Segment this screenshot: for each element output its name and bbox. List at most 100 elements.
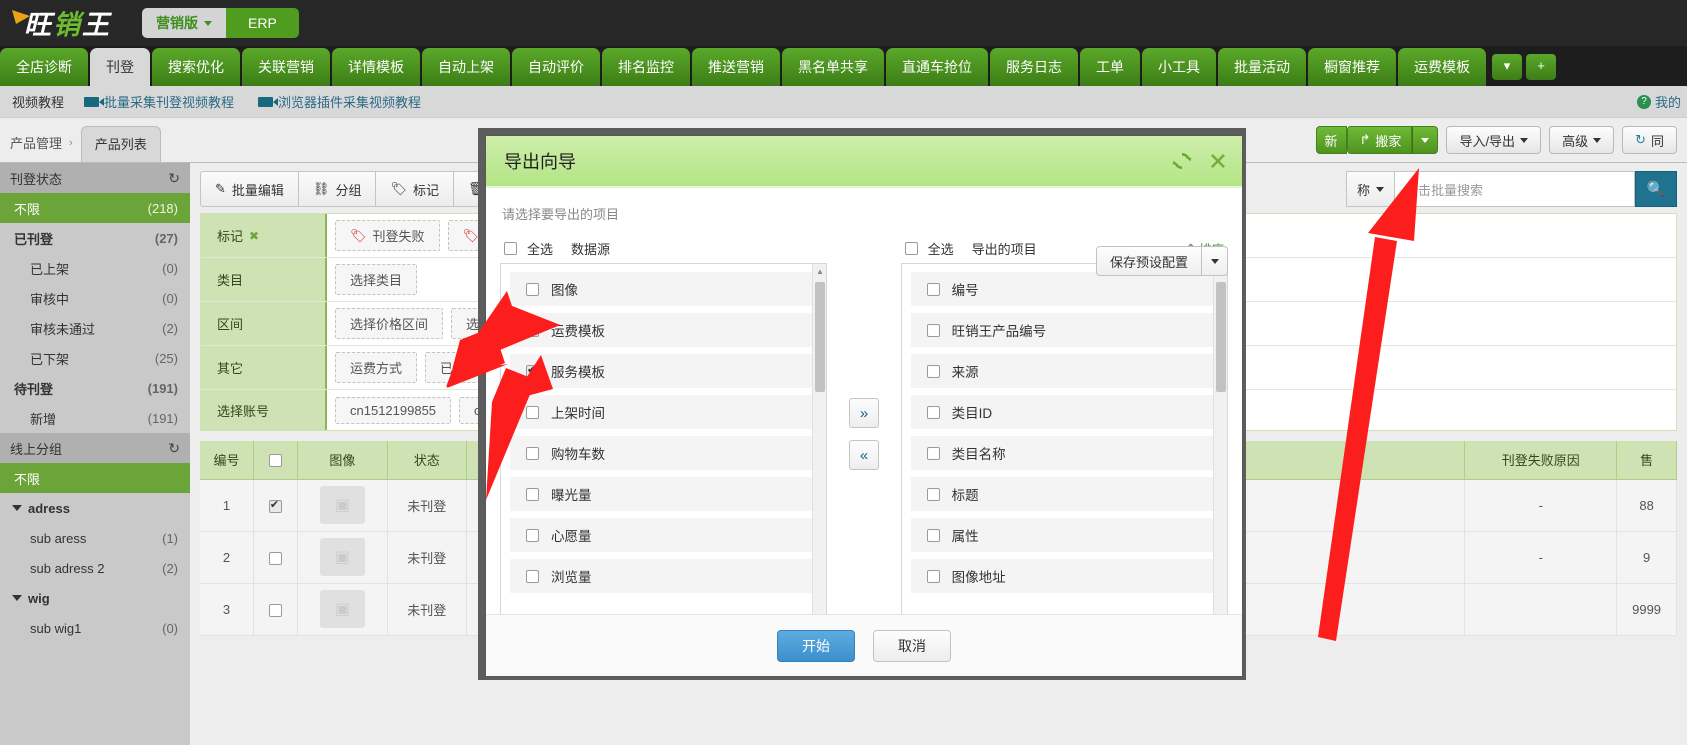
source-item-checkbox[interactable]: [526, 569, 539, 583]
sidebar-subitem-sub adress 2[interactable]: sub adress 2 (2): [0, 553, 190, 583]
target-select-all-checkbox[interactable]: [904, 241, 918, 255]
nav-tab-13[interactable]: 小工具: [1142, 48, 1216, 86]
scroll-down-icon[interactable]: ▼: [1214, 610, 1227, 615]
scrollbar-thumb[interactable]: [815, 282, 826, 392]
search-input[interactable]: 双击批量搜索: [1395, 171, 1635, 207]
source-item-checkbox[interactable]: [526, 282, 539, 296]
nav-tab-12[interactable]: 工单: [1080, 48, 1140, 86]
source-item-checkbox[interactable]: [526, 363, 539, 378]
sidebar-item-新增[interactable]: 新增 (191): [0, 403, 190, 433]
toolbar-button-0[interactable]: ✎ 批量编辑: [200, 171, 298, 207]
video-link-batch-collect[interactable]: 批量采集刊登视频教程: [84, 92, 234, 111]
import-export-button[interactable]: 导入/导出: [1446, 126, 1542, 154]
source-item-6[interactable]: 心愿量: [510, 518, 818, 552]
source-item-1[interactable]: 运费模板: [510, 313, 818, 347]
source-item-7[interactable]: 浏览量: [510, 559, 818, 593]
target-item-6[interactable]: 属性: [910, 518, 1218, 552]
row-select-checkbox[interactable]: [268, 603, 282, 617]
nav-tab-4[interactable]: 详情模板: [332, 48, 420, 86]
close-icon[interactable]: [1206, 149, 1230, 173]
preset-dropdown-toggle[interactable]: [1202, 246, 1228, 276]
sidebar-item-已刊登[interactable]: 已刊登 (27): [0, 223, 190, 253]
filter-chip-4-0[interactable]: cn1512199855: [335, 396, 452, 424]
source-scrollbar[interactable]: ▲ ▼: [812, 264, 827, 615]
nav-tab-14[interactable]: 批量活动: [1218, 48, 1306, 86]
my-account-link[interactable]: ? 我的: [1636, 92, 1681, 111]
sidebar-group-adress[interactable]: adress: [0, 493, 190, 523]
target-item-1[interactable]: 旺销王产品编号: [910, 313, 1218, 347]
nav-add-button[interactable]: +: [1526, 54, 1556, 80]
move-left-button[interactable]: «: [849, 440, 879, 470]
nav-tab-15[interactable]: 橱窗推荐: [1308, 48, 1396, 86]
search-icon[interactable]: 🔍: [1635, 171, 1677, 207]
nav-tab-5[interactable]: 自动上架: [422, 48, 510, 86]
sync-button[interactable]: ↻ 同: [1622, 126, 1677, 154]
target-item-checkbox[interactable]: [926, 364, 940, 378]
move-right-button[interactable]: »: [849, 398, 879, 428]
edition-selector[interactable]: 营销版: [142, 8, 226, 38]
target-item-checkbox[interactable]: [926, 528, 940, 542]
video-link-browser-plugin[interactable]: 浏览器插件采集视频教程: [258, 92, 421, 111]
nav-tab-1[interactable]: 刊登: [90, 48, 150, 86]
cell-row-checkbox[interactable]: [253, 531, 298, 584]
erp-button[interactable]: ERP: [226, 8, 299, 38]
source-listbox[interactable]: 图像运费模板服务模板上架时间购物车数曝光量心愿量浏览量 ▲ ▼: [500, 263, 828, 615]
filter-chip-2-0[interactable]: 选择价格区间: [335, 308, 444, 339]
toolbar-button-1[interactable]: ⛓ 分组: [297, 171, 376, 207]
search-field-select[interactable]: 称: [1345, 171, 1395, 207]
nav-tab-11[interactable]: 服务日志: [990, 48, 1078, 86]
toolbar-button-2[interactable]: 🏷 标记: [375, 171, 453, 207]
target-listbox[interactable]: 编号旺销王产品编号来源类目ID 类目名称标题属性图像地址 ▲ ▼: [900, 263, 1228, 615]
sidebar-item-待刊登[interactable]: 待刊登 (191): [0, 373, 190, 403]
sidebar-item-不限[interactable]: 不限 (218): [0, 193, 190, 223]
refresh-icon[interactable]: ↻: [168, 440, 180, 457]
refresh-icon[interactable]: [1170, 149, 1194, 173]
advanced-button[interactable]: 高级: [1549, 126, 1615, 154]
scroll-down-icon[interactable]: ▼: [813, 610, 826, 615]
refresh-icon[interactable]: ↻: [168, 170, 180, 187]
target-item-checkbox[interactable]: [926, 446, 940, 460]
brand-logo[interactable]: 旺 销 王: [8, 3, 128, 43]
move-shop-dropdown[interactable]: [1412, 126, 1439, 154]
target-item-checkbox[interactable]: [926, 405, 940, 419]
nav-tab-10[interactable]: 直通车抢位: [886, 48, 988, 86]
sidebar-item-不限[interactable]: 不限: [0, 463, 190, 493]
cancel-button[interactable]: 取消: [873, 629, 951, 662]
save-preset-button[interactable]: 保存预设配置: [1095, 246, 1202, 276]
breadcrumb-root[interactable]: 产品管理 ›: [10, 133, 73, 162]
filter-chip-3-0[interactable]: 运费方式: [335, 352, 418, 383]
sidebar-subitem-sub aress[interactable]: sub aress (1): [0, 523, 190, 553]
sidebar-group-wig[interactable]: wig: [0, 583, 190, 613]
move-shop-button[interactable]: ↱ 搬家: [1346, 126, 1413, 154]
row-select-checkbox[interactable]: [268, 498, 282, 513]
start-button[interactable]: 开始: [777, 629, 855, 662]
source-item-checkbox[interactable]: [526, 487, 539, 501]
source-item-5[interactable]: 曝光量: [510, 477, 818, 511]
filter-chip-1-0[interactable]: 选择类目: [335, 264, 418, 295]
target-item-2[interactable]: 来源: [910, 354, 1218, 388]
scroll-up-icon[interactable]: ▲: [813, 264, 826, 278]
source-item-checkbox[interactable]: [526, 446, 539, 460]
nav-tab-7[interactable]: 排名监控: [602, 48, 690, 86]
nav-tab-16[interactable]: 运费模板: [1398, 48, 1486, 86]
filter-chip-0-0[interactable]: 🏷 刊登失败: [335, 220, 440, 251]
source-item-checkbox[interactable]: [526, 322, 539, 337]
cell-row-checkbox[interactable]: [253, 479, 298, 532]
clear-filter-icon[interactable]: ✖: [249, 229, 259, 243]
source-item-3[interactable]: 上架时间: [510, 395, 818, 429]
target-item-checkbox[interactable]: [926, 487, 940, 501]
nav-tab-8[interactable]: 推送营销: [692, 48, 780, 86]
sidebar-subitem-sub wig1[interactable]: sub wig1 (0): [0, 613, 190, 643]
target-item-checkbox[interactable]: [926, 569, 940, 583]
scrollbar-thumb[interactable]: [1216, 282, 1226, 392]
source-item-4[interactable]: 购物车数: [510, 436, 818, 470]
sidebar-item-审核未通过[interactable]: 审核未通过 (2): [0, 313, 190, 343]
target-item-checkbox[interactable]: [926, 323, 940, 337]
target-item-0[interactable]: 编号: [910, 272, 1218, 306]
nav-tab-9[interactable]: 黑名单共享: [782, 48, 884, 86]
sidebar-item-已上架[interactable]: 已上架 (0): [0, 253, 190, 283]
target-item-checkbox[interactable]: [926, 282, 940, 296]
target-item-3[interactable]: 类目ID: [910, 395, 1218, 429]
source-select-all-checkbox[interactable]: [504, 241, 517, 255]
target-item-7[interactable]: 图像地址: [910, 559, 1218, 593]
